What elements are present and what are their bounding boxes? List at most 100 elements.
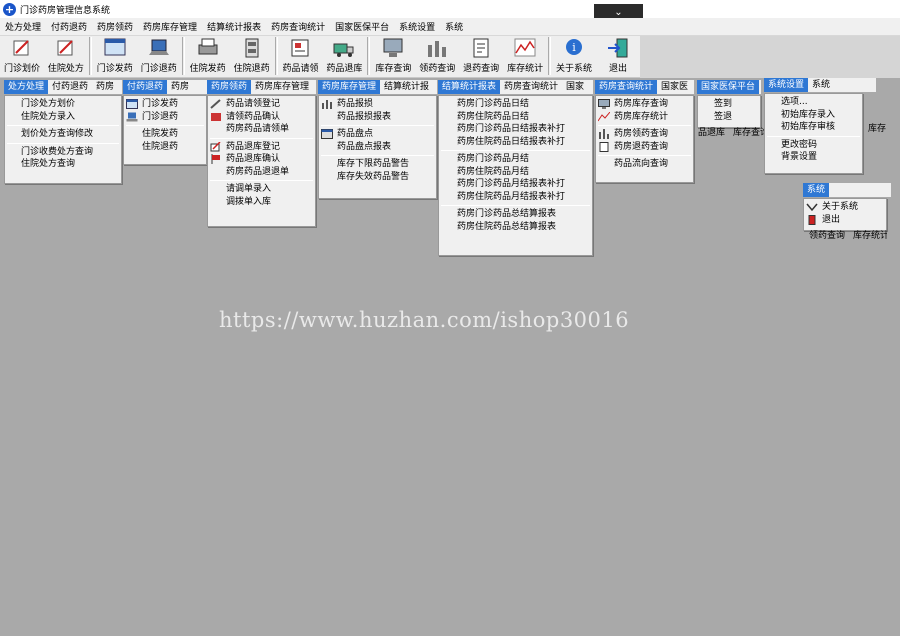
menu-kucun[interactable]: 药房库存管理 [251, 80, 313, 94]
menu-jiesuan[interactable]: 结算统计报表 [202, 20, 266, 33]
menu-item-options[interactable]: 选项... [765, 96, 862, 109]
menu-jiesuan[interactable]: 结算统计报 [380, 80, 433, 94]
menu-chaxun[interactable]: 药房查询统计 [500, 80, 562, 94]
tb-about-button[interactable]: i 关于系统 [552, 37, 596, 77]
menu-item-ip-daily[interactable]: 药房住院药品日结 [439, 111, 592, 124]
menu-item-loss-report[interactable]: 药品报损 [319, 98, 436, 111]
menu-item-outpatient-return[interactable]: 门诊退药 [124, 111, 206, 124]
menu-item-outpatient-pricing[interactable]: 门诊处方划价 [5, 98, 121, 111]
menu-item-inpatient-dispense[interactable]: 住院发药 [124, 128, 206, 141]
tb-inpatient-return-button[interactable]: 住院退药 [230, 37, 274, 77]
menu-chufang-active[interactable]: 处方处理 [4, 80, 49, 94]
tb-outpatient-pricing-button[interactable]: 门诊划价 [0, 37, 44, 77]
menu-item-request-sheet[interactable]: 药房药品请领单 [208, 123, 315, 136]
tb-exit-button[interactable]: 退出 [596, 37, 640, 77]
menu-shezhi[interactable]: 系统设置 [394, 20, 440, 33]
menu-item-op-total[interactable]: 药房门诊药品总结算报表 [439, 208, 592, 221]
menu-item-transfer-stockin[interactable]: 调拨单入库 [208, 196, 315, 209]
menu-shezhi-active[interactable]: 系统设置 [764, 78, 809, 92]
menu-item-outpatient-charge-query[interactable]: 门诊收费处方查询 [5, 146, 121, 159]
menu-lingyao-active[interactable]: 药房领药 [207, 80, 252, 94]
menu-item-stocktake-report[interactable]: 药品盘点报表 [319, 141, 436, 154]
menu-item-change-password[interactable]: 更改密码 [765, 139, 862, 152]
menu-separator [441, 150, 590, 151]
menu-fuyao[interactable]: 付药退药 [48, 80, 92, 94]
menu-xitong[interactable]: 系统 [808, 78, 834, 92]
menu-item-return-query[interactable]: 药房退药查询 [596, 141, 693, 154]
menu-item-pricing-query-edit[interactable]: 划价处方查询修改 [5, 128, 121, 141]
menu-item-ip-monthly-reprint[interactable]: 药房住院药品月结报表补打 [439, 191, 592, 204]
menu-item-op-daily-reprint[interactable]: 药房门诊药品日结报表补打 [439, 123, 592, 136]
menu-fuyao[interactable]: 付药退药 [46, 20, 92, 33]
line-chart-icon [598, 111, 610, 121]
tb-request-query-button[interactable]: 领药查询 [415, 37, 459, 77]
menu-yibao[interactable]: 国家医保平台 [330, 20, 394, 33]
menu-item-initial-stock-entry[interactable]: 初始库存录入 [765, 109, 862, 122]
menu-lingyao[interactable]: 药房 [167, 80, 193, 94]
menu-item-initial-stock-audit[interactable]: 初始库存审核 [765, 121, 862, 134]
toolbar-separator [548, 37, 552, 75]
menu-item-op-monthly[interactable]: 药房门诊药品月结 [439, 153, 592, 166]
menu-fuyao-active[interactable]: 付药退药 [123, 80, 168, 94]
menu-item-stocktake[interactable]: 药品盘点 [319, 128, 436, 141]
menu-item-inpatient-return[interactable]: 住院退药 [124, 141, 206, 154]
menu-item-drug-flow-query[interactable]: 药品流向查询 [596, 158, 693, 171]
menu-item-return-confirm[interactable]: 药品退库确认 [208, 153, 315, 166]
menu-kucun[interactable]: 药房库存管理 [138, 20, 202, 33]
menu-item-request-query[interactable]: 药房领药查询 [596, 128, 693, 141]
dropdown-jiesuan: 药房门诊药品日结 药房住院药品日结 药房门诊药品日结报表补打 药房住院药品日结报… [438, 95, 593, 256]
menu-xitong[interactable]: 系统 [440, 20, 468, 33]
tb-outpatient-dispense-button[interactable]: 门诊发药 [93, 37, 137, 77]
menu-item-op-monthly-reprint[interactable]: 药房门诊药品月结报表补打 [439, 178, 592, 191]
menu-yibao-active[interactable]: 国家医保平台 [697, 80, 760, 94]
menu-item-outpatient-dispense[interactable]: 门诊发药 [124, 98, 206, 111]
tb-outpatient-return-button[interactable]: 门诊退药 [137, 37, 181, 77]
menu-item-inpatient-rx-entry[interactable]: 住院处方录入 [5, 111, 121, 124]
menu-item-stock-stats[interactable]: 药房库存统计 [596, 111, 693, 124]
menu-item-transfer-entry[interactable]: 请调单录入 [208, 183, 315, 196]
menu-item-about[interactable]: 关于系统 [804, 201, 886, 214]
monitor-icon [383, 38, 403, 57]
menu-item-background-settings[interactable]: 背景设置 [765, 151, 862, 164]
menu-item-request-confirm[interactable]: 请领药品确认 [208, 111, 315, 124]
menu-item-op-daily[interactable]: 药房门诊药品日结 [439, 98, 592, 111]
menu-item-ip-total[interactable]: 药房住院药品总结算报表 [439, 221, 592, 234]
tb-drug-return-button[interactable]: 药品退库 [322, 37, 366, 77]
menu-item-ip-monthly[interactable]: 药房住院药品月结 [439, 166, 592, 179]
dropdown-shezhi: 选项... 初始库存录入 初始库存审核 更改密码 背景设置 [764, 93, 863, 174]
tb-inpatient-rx-button[interactable]: 住院处方 [44, 37, 88, 77]
tb-inpatient-dispense-button[interactable]: 住院发药 [186, 37, 230, 77]
menu-lingyao[interactable]: 药房 [92, 80, 118, 94]
menu-item-return-sheet[interactable]: 药房药品退退单 [208, 166, 315, 179]
menu-item-low-stock-warning[interactable]: 库存下限药品警告 [319, 158, 436, 171]
menu-item-sign-out[interactable]: 签退 [698, 111, 760, 124]
menu-item-request-register[interactable]: 药品请领登记 [208, 98, 315, 111]
tb-stock-stats-button[interactable]: 库存统计 [503, 37, 547, 77]
menu-item-ip-daily-reprint[interactable]: 药房住院药品日结报表补打 [439, 136, 592, 149]
menu-item-loss-report-sheet[interactable]: 药品报损报表 [319, 111, 436, 124]
tb-stock-query-button[interactable]: 库存查询 [371, 37, 415, 77]
flag-icon [211, 154, 220, 164]
menu-jiesuan-active[interactable]: 结算统计报表 [438, 80, 501, 94]
main-menubar: 处方处理 付药退药 药房领药 药房库存管理 结算统计报表 药房查询统计 国家医保… [0, 18, 900, 36]
menu-yibao[interactable]: 国家 [562, 80, 588, 94]
menu-item-sign-in[interactable]: 签到 [698, 98, 760, 111]
tb-drug-request-button[interactable]: 药品请领 [279, 37, 323, 77]
tb-return-query-button[interactable]: 退药查询 [459, 37, 503, 77]
menu-lingyao[interactable]: 药房领药 [92, 20, 138, 33]
menu-item-expired-warning[interactable]: 库存失效药品警告 [319, 171, 436, 184]
menu-chaxun-active[interactable]: 药房查询统计 [595, 80, 658, 94]
menu-item-stock-query[interactable]: 药房库存查询 [596, 98, 693, 111]
menu-xitong-active[interactable]: 系统 [803, 183, 830, 197]
toolbar-separator [88, 37, 92, 75]
menu-kucun-active[interactable]: 药房库存管理 [318, 80, 381, 94]
menu-chaxun[interactable]: 药房查询统计 [266, 20, 330, 33]
menu-chufang[interactable]: 处方处理 [0, 20, 46, 33]
menu-item-return-register[interactable]: 药品退库登记 [208, 141, 315, 154]
fragment-label: 库存查询 [733, 128, 764, 138]
menu-item-inpatient-rx-query[interactable]: 住院处方查询 [5, 158, 121, 171]
exit-door-icon [607, 38, 628, 58]
fragment-label: 库存 [868, 124, 887, 134]
menu-item-exit[interactable]: 退出 [804, 214, 886, 227]
menu-yibao[interactable]: 国家医 [657, 80, 692, 94]
